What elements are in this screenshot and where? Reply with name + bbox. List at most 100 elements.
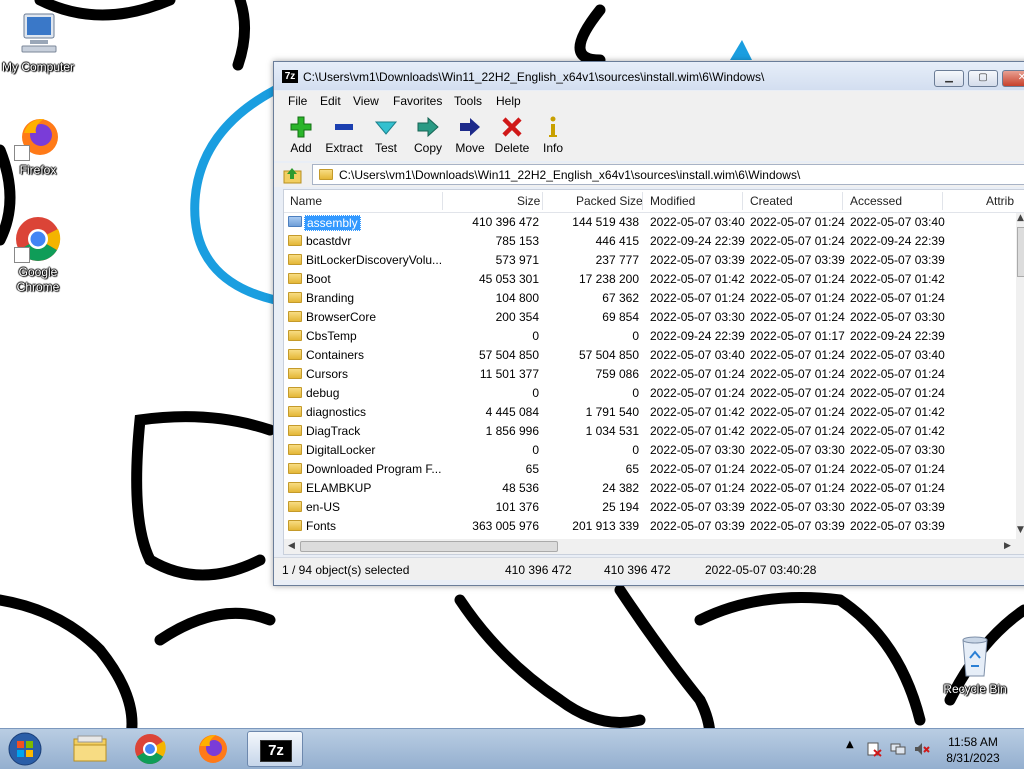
menu-file[interactable]: File <box>288 94 307 108</box>
table-row[interactable]: DiagTrack 1 856 996 1 034 531 2022-05-07 01… <box>284 422 1016 441</box>
menu-favorites[interactable]: Favorites <box>393 94 442 108</box>
add-button[interactable]: Add <box>279 115 323 159</box>
desktop-icon-recycle-bin[interactable]: Recycle Bin <box>937 632 1013 697</box>
maximize-button[interactable]: ▢ <box>968 70 998 87</box>
vertical-scroll-thumb[interactable] <box>1017 227 1024 277</box>
menu-view[interactable]: View <box>353 94 379 108</box>
table-row[interactable]: diagnostics 4 445 084 1 791 540 2022-05-07 … <box>284 403 1016 422</box>
table-row[interactable]: en-US 101 376 25 194 2022-05-07 03:39 2022-0… <box>284 498 1016 517</box>
table-row[interactable]: debug 0 0 2022-05-07 01:24 2022-05-07 01:24 2… <box>284 384 1016 403</box>
menu-edit[interactable]: Edit <box>320 94 341 108</box>
copy-button[interactable]: Copy <box>406 115 450 159</box>
column-attrib[interactable]: Attrib <box>986 194 1014 208</box>
folder-icon <box>288 406 302 417</box>
chrome-icon <box>14 215 62 263</box>
delete-button-label: Delete <box>494 141 530 155</box>
status-selection: 1 / 94 object(s) selected <box>282 563 410 577</box>
table-row[interactable]: CbsTemp 0 0 2022-09-24 22:39 2022-05-07 01:1… <box>284 327 1016 346</box>
desktop-icon-label: Recycle Bin <box>943 682 1007 696</box>
taskbar-chrome[interactable] <box>122 731 178 767</box>
address-field[interactable]: C:\Users\vm1\Downloads\Win11_22H2_Englis… <box>312 164 1024 185</box>
taskbar-firefox[interactable] <box>184 731 240 767</box>
taskbar-windows-explorer[interactable] <box>62 731 118 767</box>
folder-icon <box>319 169 333 180</box>
info-button[interactable]: Info <box>531 115 575 159</box>
menu-help[interactable]: Help <box>496 94 521 108</box>
windows-logo-icon <box>8 732 42 766</box>
horizontal-scrollbar[interactable]: ◀ ▶ <box>284 539 1024 554</box>
table-row[interactable]: assembly 410 396 472 144 519 438 2022-05-07… <box>284 213 1016 232</box>
table-row[interactable]: Fonts 363 005 976 201 913 339 2022-05-07 03… <box>284 517 1016 536</box>
7zip-file-manager-window: 7z C:\Users\vm1\Downloads\Win11_22H2_Eng… <box>273 61 1024 586</box>
scroll-right-arrow-icon[interactable]: ▶ <box>1004 541 1011 551</box>
folder-icon <box>288 330 302 341</box>
folder-icon <box>288 482 302 493</box>
folder-icon <box>288 444 302 455</box>
delete-button[interactable]: Delete <box>490 115 534 159</box>
window-title: C:\Users\vm1\Downloads\Win11_22H2_Englis… <box>303 70 765 84</box>
status-modified: 2022-05-07 03:40:28 <box>705 563 817 577</box>
file-list[interactable]: Name Size Packed Size Modified Created A… <box>283 189 1024 555</box>
start-button[interactable] <box>6 732 44 766</box>
up-folder-button[interactable] <box>283 166 303 184</box>
action-center-warning-icon[interactable] <box>866 741 882 757</box>
add-button-label: Add <box>290 141 312 155</box>
shortcut-arrow-icon <box>14 247 30 263</box>
taskbar: 7z ▲ 11:58 AM 8/31/2023 <box>0 728 1024 769</box>
copy-button-label: Copy <box>413 141 442 155</box>
folder-icon <box>288 387 302 398</box>
column-accessed[interactable]: Accessed <box>850 194 902 208</box>
volume-muted-icon[interactable] <box>914 741 930 757</box>
folder-icon <box>288 425 302 436</box>
desktop-icon-my-computer[interactable]: My Computer <box>0 10 76 75</box>
double-arrow-icon <box>417 116 439 138</box>
network-icon[interactable] <box>890 741 906 757</box>
test-button[interactable]: Test <box>364 115 408 159</box>
table-row[interactable]: DigitalLocker 0 0 2022-05-07 03:30 2022-05-0… <box>284 441 1016 460</box>
column-packed-size[interactable]: Packed Size <box>576 194 643 208</box>
vertical-scrollbar[interactable]: ▲ ▼ <box>1016 213 1024 553</box>
show-hidden-icons-icon[interactable]: ▲ <box>846 739 862 755</box>
table-row[interactable]: Containers 57 504 850 57 504 850 2022-05-07… <box>284 346 1016 365</box>
table-row[interactable]: ELAMBKUP 48 536 24 382 2022-05-07 01:24 2022… <box>284 479 1016 498</box>
scroll-down-arrow-icon[interactable]: ▼ <box>1017 525 1024 535</box>
table-row[interactable]: BrowserCore 200 354 69 854 2022-05-07 03:30… <box>284 308 1016 327</box>
column-size[interactable]: Size <box>517 194 540 208</box>
close-button[interactable]: ✕ <box>1002 70 1024 87</box>
status-size: 410 396 472 <box>505 563 572 577</box>
table-row[interactable]: Branding 104 800 67 362 2022-05-07 01:24 202… <box>284 289 1016 308</box>
move-button-label: Move <box>455 141 485 155</box>
scroll-left-arrow-icon[interactable]: ◀ <box>288 541 295 551</box>
table-row[interactable]: BitLockerDiscoveryVolu... 573 971 237 777 2… <box>284 251 1016 270</box>
folder-icon <box>288 254 302 265</box>
desktop-icon-firefox[interactable]: Firefox <box>0 113 76 178</box>
horizontal-scroll-thumb[interactable] <box>300 541 558 552</box>
folder-icon <box>288 501 302 512</box>
status-packed-size: 410 396 472 <box>604 563 671 577</box>
folder-icon <box>288 368 302 379</box>
system-tray: ▲ 11:58 AM 8/31/2023 <box>842 729 1024 769</box>
menu-tools[interactable]: Tools <box>454 94 482 108</box>
toolbar: Add Extract Test Copy Move Delete Info <box>274 111 1024 161</box>
minimize-button[interactable]: ▁ <box>934 70 964 87</box>
column-created[interactable]: Created <box>750 194 793 208</box>
move-button[interactable]: Move <box>448 115 492 159</box>
clock-time: 11:58 AM <box>948 735 998 749</box>
title-bar[interactable]: 7z C:\Users\vm1\Downloads\Win11_22H2_Eng… <box>274 62 1024 90</box>
extract-button[interactable]: Extract <box>322 115 366 159</box>
firefox-icon <box>199 735 227 763</box>
desktop-icon-label: Firefox <box>19 163 57 177</box>
desktop-icon-google-chrome[interactable]: Google Chrome <box>0 215 76 295</box>
address-path: C:\Users\vm1\Downloads\Win11_22H2_Englis… <box>339 168 801 182</box>
column-modified[interactable]: Modified <box>650 194 695 208</box>
taskbar-7zip[interactable]: 7z <box>247 731 303 767</box>
table-row[interactable]: Cursors 11 501 377 759 086 2022-05-07 01:24… <box>284 365 1016 384</box>
menu-bar: File Edit View Favorites Tools Help <box>274 91 1024 111</box>
table-row[interactable]: Boot 45 053 301 17 238 200 2022-05-07 01:42… <box>284 270 1016 289</box>
column-name[interactable]: Name <box>290 194 322 208</box>
clock[interactable]: 11:58 AM 8/31/2023 <box>938 734 1008 766</box>
scroll-up-arrow-icon[interactable]: ▲ <box>1017 213 1024 223</box>
desktop-icon-label: My Computer <box>1 60 75 74</box>
table-row[interactable]: bcastdvr 785 153 446 415 2022-09-24 22:39 20… <box>284 232 1016 251</box>
table-row[interactable]: Downloaded Program F... 65 65 2022-05-07 01… <box>284 460 1016 479</box>
